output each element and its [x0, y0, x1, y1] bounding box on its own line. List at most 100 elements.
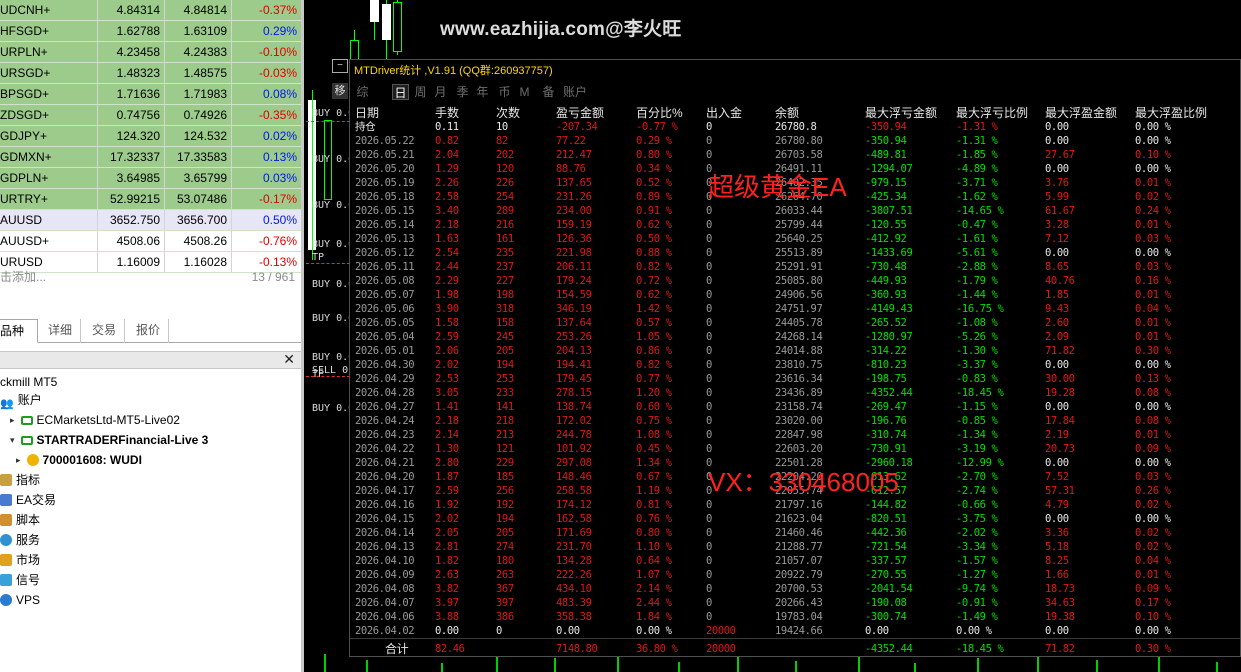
accounts-icon: 👥	[0, 398, 14, 410]
daily-row-cell: 0	[706, 233, 712, 245]
quote-symbol: URPLN+	[0, 42, 98, 62]
daily-row-cell: 2.05	[435, 527, 459, 539]
tree-server-2[interactable]: ▾ STARTRADERFinancial-Live 3	[10, 430, 208, 450]
daily-row-cell: 1.41	[435, 401, 459, 413]
daily-row-cell: 0.00 %	[1135, 247, 1171, 259]
order-label[interactable]: BUY 0.0	[312, 279, 354, 290]
panel-tab[interactable]: 综	[354, 84, 371, 100]
expand-icon[interactable]: ▸	[16, 450, 21, 470]
overlay-contact: VX：330468005	[708, 467, 899, 497]
daily-row-cell: 2.59	[435, 331, 459, 343]
order-label[interactable]: BUY 0.0	[312, 108, 354, 119]
panel-tab[interactable]: M	[516, 84, 533, 100]
order-label[interactable]: BUY 0.0	[312, 154, 354, 165]
tree-item-signals[interactable]: 信号	[0, 570, 40, 590]
daily-row-cell: 231.70	[556, 541, 592, 553]
order-line	[306, 121, 350, 122]
close-icon[interactable]: ✕	[283, 351, 295, 368]
daily-row-cell: 23020.00	[775, 415, 823, 427]
daily-row-cell: -1.85 %	[956, 149, 998, 161]
daily-row-cell: 0.00	[1045, 247, 1069, 259]
daily-row-cell: 1.84 %	[636, 611, 672, 623]
tree-user[interactable]: ▸ 700001608: WUDI	[16, 450, 142, 470]
tree-item-services[interactable]: 服务	[0, 530, 40, 550]
tree-root[interactable]: ckmill MT5	[0, 372, 57, 392]
tab-trading[interactable]: 交易	[84, 319, 126, 343]
total-row-cell: -4352.44	[865, 643, 913, 655]
daily-row-cell: -2.02 %	[956, 527, 998, 539]
order-label[interactable]: BUY 0.0	[312, 200, 354, 211]
daily-row-cell: 180	[496, 555, 514, 567]
tree-item-scripts[interactable]: 脚本	[0, 510, 40, 530]
tab-symbols[interactable]: 品种	[0, 319, 38, 343]
daily-row-cell: 0.03 %	[1135, 261, 1171, 273]
daily-row-cell: -1.27 %	[956, 569, 998, 581]
tp-label[interactable]: TP	[312, 252, 324, 263]
tree-item-label: VPS	[16, 593, 41, 607]
tp-label[interactable]: TP	[312, 369, 324, 380]
order-label[interactable]: BUY 0.0	[312, 313, 354, 324]
quote-row[interactable]: URPLN+ 4.23458 4.24383 -0.10%	[0, 42, 301, 63]
quote-row[interactable]: BPSGD+ 1.71636 1.71983 0.08%	[0, 84, 301, 105]
tab-ticks[interactable]: 报价	[128, 319, 170, 343]
collapse-icon[interactable]: ▾	[10, 430, 15, 450]
panel-side-button[interactable]: 移	[332, 83, 348, 99]
quote-change: 0.29%	[262, 24, 297, 38]
quote-row[interactable]: UDCNH+ 4.84314 4.84814 -0.37%	[0, 0, 301, 21]
add-symbol-row[interactable]: 击添加... 13 / 961	[0, 266, 301, 288]
daily-row-cell: 0.00 %	[1135, 401, 1171, 413]
daily-row-cell: 2.80	[435, 457, 459, 469]
quote-row[interactable]: ZDSGD+ 0.74756 0.74926 -0.35%	[0, 105, 301, 126]
quote-bid: 4.84314	[98, 0, 165, 20]
tree-server-1[interactable]: ▸ ECMarketsLtd-MT5-Live02	[10, 410, 180, 430]
daily-row-cell: 2.14 %	[636, 583, 672, 595]
tree-accounts[interactable]: 👥 账户	[0, 390, 42, 410]
daily-row-cell: 2026.04.14	[355, 527, 415, 539]
order-label[interactable]: BUY 0.0	[312, 239, 354, 250]
panel-tab[interactable]: 币	[496, 84, 513, 100]
daily-row-cell: -337.57	[865, 555, 907, 567]
daily-row-cell: 3.97	[435, 597, 459, 609]
daily-row-cell: -18.45 %	[956, 387, 1004, 399]
expand-icon[interactable]: ▸	[10, 410, 15, 430]
quote-bid: 1.71636	[98, 84, 165, 104]
panel-tab[interactable]: 账户	[560, 84, 590, 100]
daily-row-cell: 25291.91	[775, 261, 823, 273]
server-icon	[20, 415, 33, 425]
panel-tab[interactable]: 日	[392, 84, 409, 100]
panel-tab[interactable]: 备	[540, 84, 557, 100]
order-label[interactable]: BUY 0.0	[312, 403, 354, 414]
quote-row[interactable]: URTRY+ 52.99215 53.07486 -0.17%	[0, 189, 301, 210]
tree-item-experts[interactable]: EA交易	[0, 490, 56, 510]
minimize-button[interactable]: −	[332, 59, 348, 73]
quote-row[interactable]: GDJPY+ 124.320 124.532 0.02%	[0, 126, 301, 147]
panel-tab[interactable]: 季	[454, 84, 471, 100]
daily-row-cell: -442.36	[865, 527, 907, 539]
quote-row[interactable]: AUUSD+ 4508.06 4508.26 -0.76%	[0, 231, 301, 252]
quote-row[interactable]: GDPLN+ 3.64985 3.65799 0.03%	[0, 168, 301, 189]
tab-details[interactable]: 详细	[40, 319, 82, 343]
daily-row-cell: 229	[496, 457, 514, 469]
daily-row-cell: 194	[496, 359, 514, 371]
quote-row[interactable]: AUUSD 3652.750 3656.700 0.50%	[0, 210, 301, 231]
daily-row-cell: 1.07 %	[636, 569, 672, 581]
mtdriver-stats-panel: MTDriver统计 ,V1.91 (QQ群:260937757) 综 日周月季年…	[349, 59, 1241, 657]
panel-tab[interactable]: 年	[474, 84, 491, 100]
quote-row[interactable]: URSGD+ 1.48323 1.48575 -0.03%	[0, 63, 301, 84]
daily-row-cell: 1.34 %	[636, 457, 672, 469]
order-label[interactable]: BUY 0.0	[312, 352, 354, 363]
tree-item-indicators[interactable]: 指标	[0, 470, 40, 490]
tree-item-market[interactable]: 市场	[0, 550, 40, 570]
quote-row[interactable]: HFSGD+ 1.62788 1.63109 0.29%	[0, 21, 301, 42]
daily-row-cell: 226	[496, 177, 514, 189]
quote-change: 0.08%	[262, 87, 297, 101]
quote-row[interactable]: GDMXN+ 17.32337 17.33583 0.13%	[0, 147, 301, 168]
tree-item-vps[interactable]: VPS	[0, 590, 40, 610]
position-row-cell: 持仓	[355, 121, 376, 133]
panel-tab[interactable]: 周	[412, 84, 429, 100]
daily-row-cell: 297.08	[556, 457, 592, 469]
quote-ask: 1.71983	[165, 84, 232, 104]
daily-row-cell: 2026.04.20	[355, 471, 415, 483]
daily-row-cell: 2026.05.21	[355, 149, 415, 161]
panel-tab[interactable]: 月	[432, 84, 449, 100]
